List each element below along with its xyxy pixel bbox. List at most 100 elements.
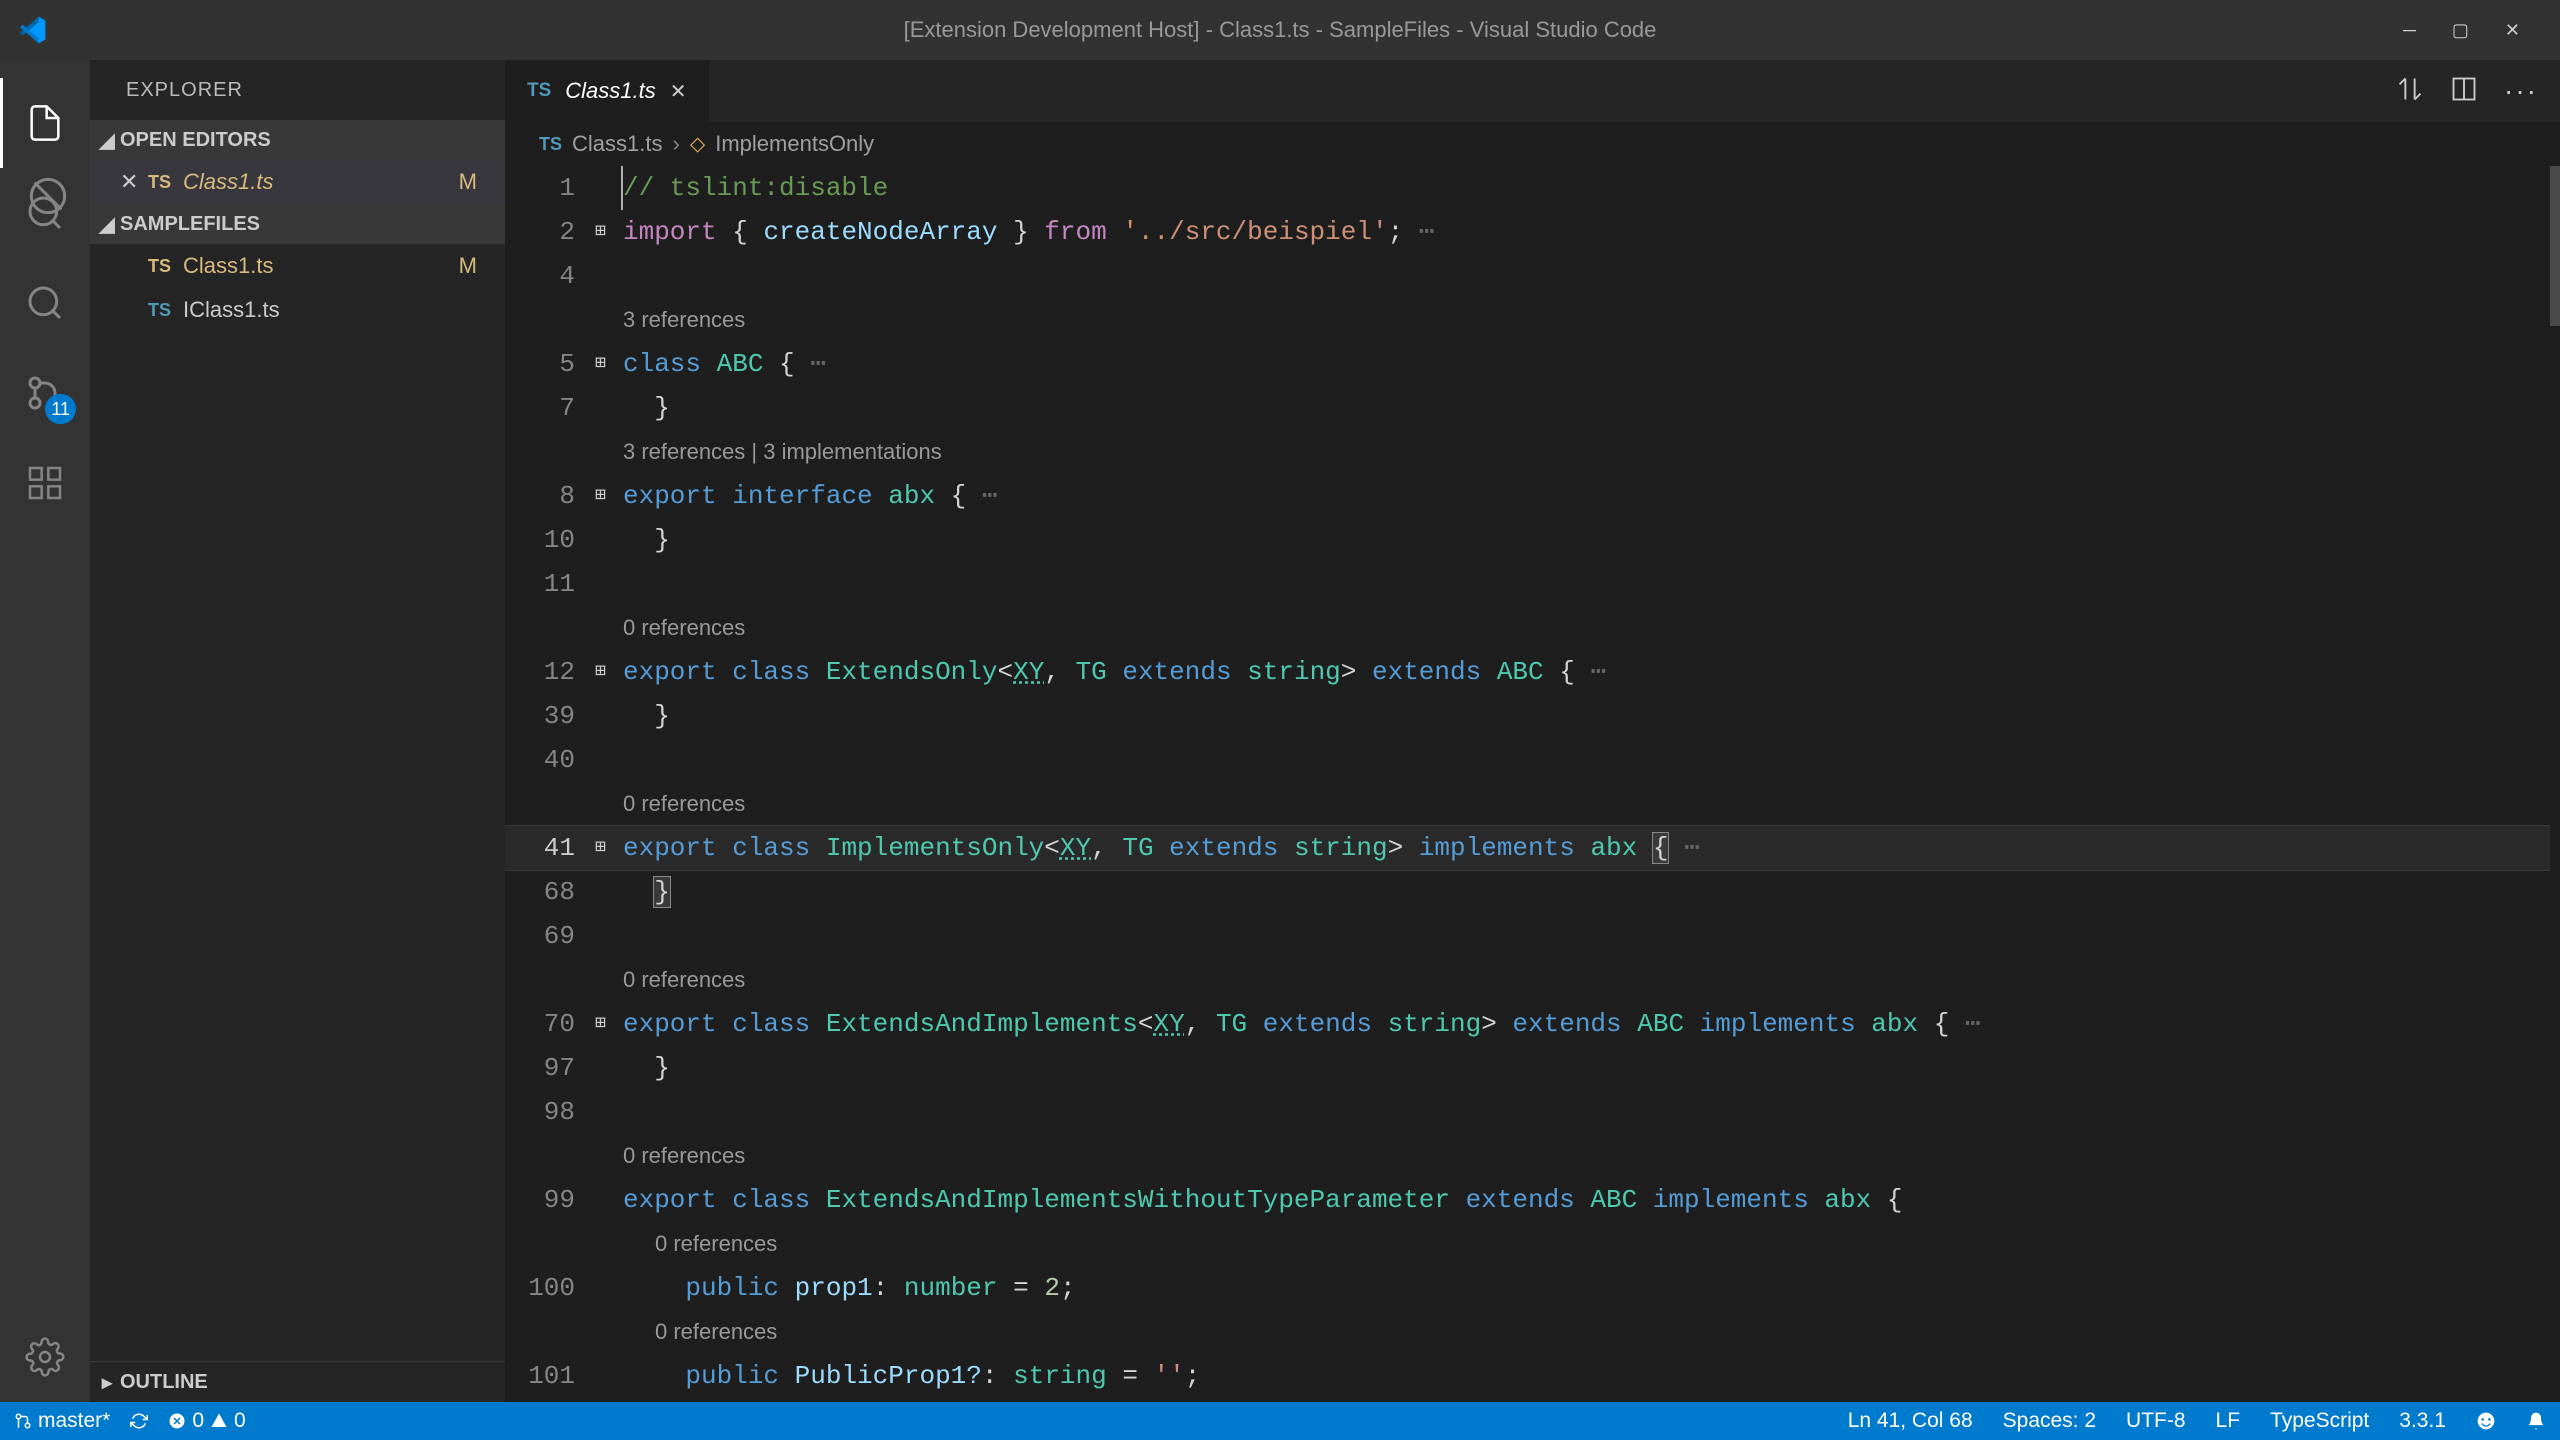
split-editor-icon[interactable] (2450, 75, 2478, 108)
tok: implements (1419, 833, 1575, 863)
fold-icon[interactable]: ⊞ (595, 826, 623, 870)
minimap-scrollbar[interactable] (2550, 166, 2560, 1402)
chevron-right-icon: › (673, 131, 680, 157)
file-item-class1[interactable]: TS Class1.ts M (90, 244, 505, 288)
extensions-activity[interactable] (0, 438, 90, 528)
status-bar: master* 0 0 Ln 41, Col 68 Spaces: 2 UTF-… (0, 1402, 2560, 1440)
class-symbol-icon: ⬦ (690, 131, 705, 157)
line-number: 101 (505, 1354, 595, 1398)
warnings-count: 0 (234, 1409, 246, 1433)
tok: export (623, 833, 717, 863)
fold-icon[interactable]: ⊞ (595, 474, 623, 518)
line-number: 8 (505, 474, 595, 518)
encoding[interactable]: UTF-8 (2126, 1409, 2186, 1433)
breadcrumb[interactable]: TS Class1.ts › ⬦ ImplementsOnly (505, 122, 2560, 166)
close-icon[interactable]: ✕ (2505, 20, 2520, 41)
codelens[interactable]: 0 references (623, 1222, 777, 1266)
code-editor[interactable]: 1// tslint:disable 2⊞import { createNode… (505, 166, 2560, 1402)
tok: number (904, 1273, 998, 1303)
codelens[interactable]: 0 references (623, 782, 745, 826)
codelens[interactable]: 3 references | 3 implementations (623, 430, 942, 474)
tok: { (1559, 657, 1575, 687)
minimize-icon[interactable]: ─ (2403, 20, 2416, 41)
tab-class1[interactable]: TS Class1.ts ✕ (505, 60, 710, 122)
git-branch[interactable]: master* (14, 1409, 110, 1433)
tok: ABC (1481, 657, 1559, 687)
codelens[interactable]: 0 references (623, 606, 745, 650)
maximize-icon[interactable]: ▢ (2452, 20, 2469, 41)
settings-activity[interactable] (0, 1312, 90, 1402)
feedback-icon[interactable] (2476, 1411, 2496, 1431)
fold-icon[interactable]: ⊞ (595, 650, 623, 694)
tok: , (1185, 1009, 1216, 1039)
tok: export (623, 657, 717, 687)
open-editor-item[interactable]: ✕ TS Class1.ts M (90, 160, 505, 204)
breadcrumb-symbol[interactable]: ImplementsOnly (715, 131, 874, 157)
codelens[interactable]: 0 references (623, 1134, 745, 1178)
errors-button[interactable]: 0 0 (168, 1409, 245, 1433)
line-number: 69 (505, 914, 595, 958)
line-number: 98 (505, 1090, 595, 1134)
tok: : (873, 1273, 904, 1303)
tok: abx (1575, 833, 1653, 863)
tok: extends (1466, 1185, 1575, 1215)
search-activity[interactable] (0, 168, 90, 258)
scm-activity[interactable]: 11 (0, 348, 90, 438)
file-item-iclass1[interactable]: TS IClass1.ts (90, 288, 505, 332)
tok: string (1278, 833, 1387, 863)
tok: public (685, 1361, 779, 1391)
tok: implements (1653, 1185, 1809, 1215)
language-mode[interactable]: TypeScript (2270, 1409, 2369, 1433)
vscode-logo-icon (16, 14, 48, 46)
eol[interactable]: LF (2216, 1409, 2241, 1433)
tok: abx (873, 481, 951, 511)
tok: ; (1185, 1361, 1201, 1391)
line-number: 97 (505, 1046, 595, 1090)
search-activity-2[interactable] (0, 258, 90, 348)
tok: } (997, 217, 1044, 247)
notifications-icon[interactable] (2526, 1411, 2546, 1431)
line-number: 68 (505, 870, 595, 914)
tok: import (623, 217, 717, 247)
file-name: IClass1.ts (183, 297, 280, 323)
editor-area: TS Class1.ts ✕ ··· TS Class1.ts › ⬦ Impl… (505, 60, 2560, 1402)
folder-header[interactable]: ◢ SAMPLEFILES (90, 204, 505, 244)
line-number: 5 (505, 342, 595, 386)
typescript-icon: TS (148, 300, 171, 321)
line-number: 41 (505, 826, 595, 870)
codelens[interactable]: 0 references (623, 1310, 777, 1354)
close-editor-icon[interactable]: ✕ (120, 169, 138, 195)
indentation[interactable]: Spaces: 2 (2003, 1409, 2096, 1433)
codelens[interactable]: 0 references (623, 958, 745, 1002)
sync-button[interactable] (130, 1412, 148, 1430)
line-number: 39 (505, 694, 595, 738)
close-tab-icon[interactable]: ✕ (670, 79, 687, 104)
tok: ExtendsAndImplementsWithoutTypeParameter (810, 1185, 1465, 1215)
codelens[interactable]: 3 references (623, 298, 745, 342)
scm-badge: 11 (45, 394, 76, 424)
explorer-activity[interactable] (0, 78, 90, 168)
line-number: 11 (505, 562, 595, 606)
typescript-icon: TS (527, 80, 551, 102)
typescript-icon: TS (539, 134, 562, 155)
breadcrumb-file[interactable]: Class1.ts (572, 131, 662, 157)
errors-count: 0 (192, 1409, 204, 1433)
tok: ; (1388, 217, 1404, 247)
compare-icon[interactable] (2396, 75, 2424, 108)
fold-icon[interactable]: ⊞ (595, 1002, 623, 1046)
tabs-row: TS Class1.ts ✕ ··· (505, 60, 2560, 122)
activity-bar: 11 (0, 60, 90, 1402)
tok: PublicProp1? (779, 1361, 982, 1391)
typescript-icon: TS (148, 256, 171, 277)
line-number: 1 (505, 166, 595, 210)
fold-icon[interactable]: ⊞ (595, 342, 623, 386)
tok: ; (1060, 1273, 1076, 1303)
ts-version[interactable]: 3.3.1 (2399, 1409, 2446, 1433)
tok: { (1934, 1009, 1950, 1039)
cursor-position[interactable]: Ln 41, Col 68 (1848, 1409, 1973, 1433)
tab-label: Class1.ts (565, 78, 655, 104)
outline-header[interactable]: ▸ OUTLINE (90, 1362, 505, 1402)
fold-icon[interactable]: ⊞ (595, 210, 623, 254)
open-editors-header[interactable]: ◢ OPEN EDITORS (90, 120, 505, 160)
more-icon[interactable]: ··· (2504, 75, 2538, 107)
